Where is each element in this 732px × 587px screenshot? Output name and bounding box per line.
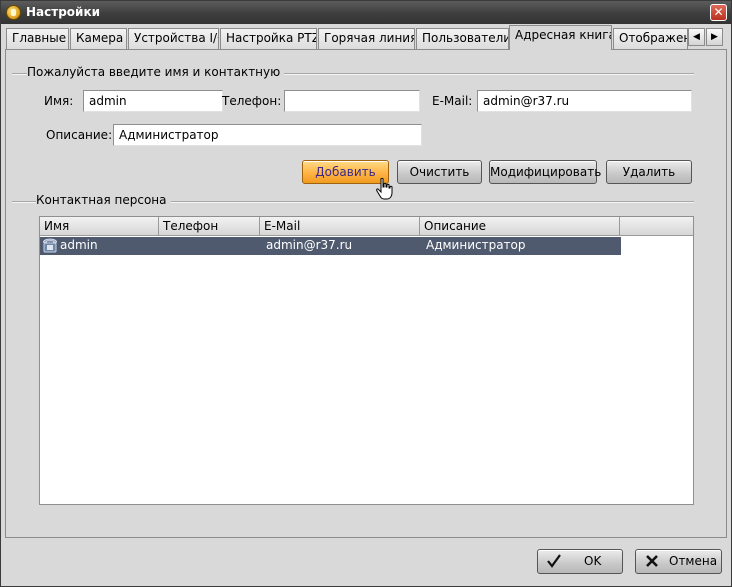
tab-scroll-right-icon[interactable]: ▶ (706, 28, 723, 46)
address-book-panel: Пожалуйста введите имя и контактную Имя:… (5, 49, 727, 538)
cancel-label: Отмена (669, 554, 718, 568)
entry-group-title: Пожалуйста введите имя и контактную (27, 65, 285, 79)
phone-field[interactable] (284, 90, 420, 112)
clear-button[interactable]: Очистить (397, 160, 482, 184)
checkmark-icon (547, 554, 561, 568)
ok-label: OK (584, 554, 602, 568)
tab-bar: Главные Камера Устройства I/O Настройка … (1, 24, 731, 50)
cross-icon (646, 555, 658, 567)
name-field[interactable]: admin (83, 90, 223, 112)
tab-io-devices[interactable]: Устройства I/O (128, 28, 219, 49)
column-header-phone[interactable]: Телефон (159, 217, 260, 236)
tab-ptz-settings[interactable]: Настройка PTZ (220, 28, 317, 49)
column-header-name[interactable]: Имя (40, 217, 159, 236)
cell-email: admin@r37.ru (266, 238, 353, 252)
email-field[interactable]: admin@r37.ru (477, 90, 692, 112)
window-title: Настройки (26, 5, 101, 19)
tab-general[interactable]: Главные (6, 28, 69, 49)
phone-icon (43, 238, 57, 253)
name-label: Имя: (44, 94, 74, 108)
cell-phone (163, 237, 259, 255)
description-label: Описание: (46, 128, 113, 142)
column-header-description[interactable]: Описание (420, 217, 620, 236)
table-header: Имя Телефон E-Mail Описание (40, 217, 693, 236)
contacts-table: Имя Телефон E-Mail Описание admin admin@… (39, 216, 694, 505)
phone-label: Телефон: (222, 94, 282, 108)
cell-name: admin (60, 238, 98, 252)
tab-display[interactable]: Отображени (613, 28, 688, 49)
description-field[interactable]: Администратор (113, 124, 422, 146)
settings-window: Настройки ✕ Главные Камера Устройства I/… (0, 0, 732, 587)
delete-button[interactable]: Удалить (606, 160, 692, 184)
tab-camera[interactable]: Камера (70, 28, 127, 49)
close-button[interactable]: ✕ (710, 4, 727, 21)
ok-button[interactable]: OK (537, 549, 623, 574)
column-header-email[interactable]: E-Mail (260, 217, 420, 236)
cell-description: Администратор (426, 238, 526, 252)
tab-scroll-left-icon[interactable]: ◀ (688, 28, 705, 46)
contacts-group-title: Контактная персона (36, 193, 171, 207)
tab-address-book[interactable]: Адресная книга (509, 25, 612, 50)
tab-hotline[interactable]: Горячая линия (318, 28, 415, 49)
cancel-button[interactable]: Отмена (635, 549, 722, 574)
modify-button[interactable]: Модифицировать (489, 160, 601, 184)
email-label: E-Mail: (432, 94, 473, 108)
app-icon (6, 5, 21, 20)
table-row[interactable]: admin admin@r37.ru Администратор (40, 237, 621, 255)
hand-cursor-icon (376, 178, 393, 200)
tab-users[interactable]: Пользователи (416, 28, 509, 49)
title-bar: Настройки ✕ (1, 1, 731, 24)
